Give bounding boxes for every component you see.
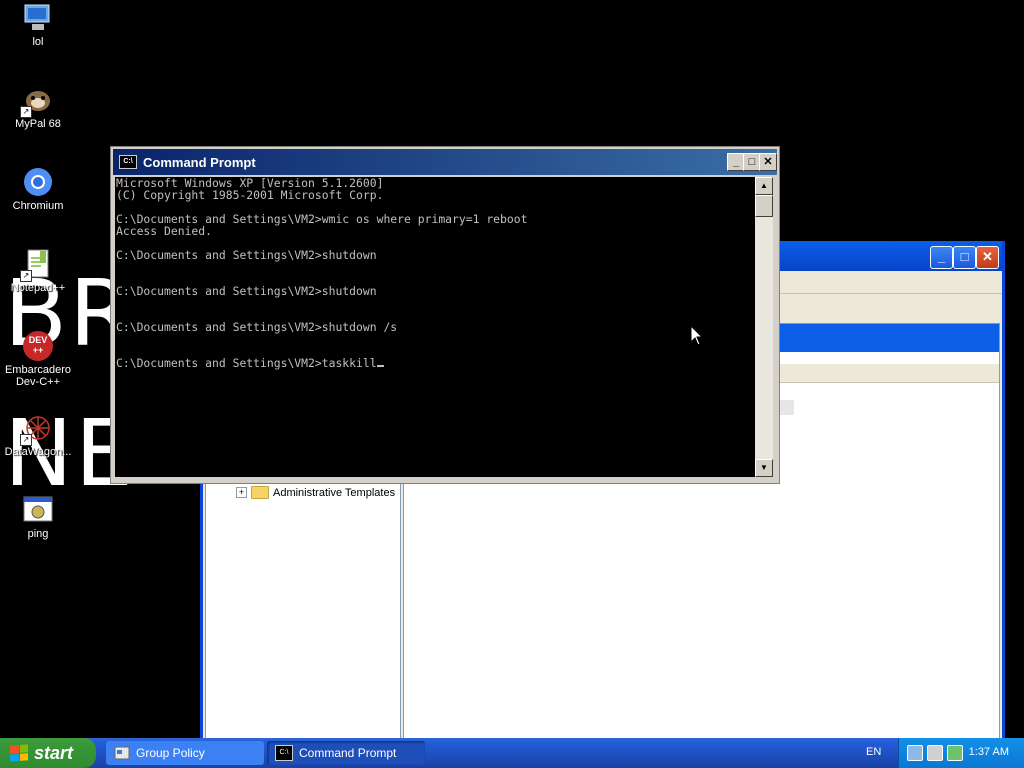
minimize-button[interactable]: _ [930, 246, 953, 269]
tree-item-label: Administrative Templates [273, 486, 396, 499]
cmd-icon: C:\ [275, 745, 293, 761]
system-tray: 1:37 AM [898, 738, 1024, 768]
desktop-icon-label: MyPal 68 [15, 118, 61, 130]
scroll-up-button[interactable]: ▲ [755, 177, 773, 195]
desktop-icon-label: Chromium [12, 200, 64, 212]
mouse-pointer-icon [690, 325, 704, 346]
command-prompt-window[interactable]: C:\ Command Prompt _ □ ✕ Microsoft Windo… [110, 146, 780, 484]
devcpp-icon-text: DEV ++ [28, 335, 48, 355]
desktop-icon-lol[interactable]: lol [0, 2, 76, 48]
desktop-icon-mypal[interactable]: ↗ MyPal 68 [0, 84, 76, 130]
shortcut-arrow-icon: ↗ [20, 106, 32, 118]
notepad-plus-plus-icon: ↗ [20, 248, 54, 282]
desktop-icon-devcpp[interactable]: DEV ++ Embarcadero Dev-C++ [0, 330, 76, 388]
clock[interactable]: 1:37 AM [969, 746, 1009, 758]
scroll-thumb[interactable] [755, 195, 773, 217]
console-output[interactable]: Microsoft Windows XP [Version 5.1.2600] … [115, 177, 755, 477]
devcpp-icon: DEV ++ [22, 330, 54, 362]
tree-item-administrative-templates[interactable]: + Administrative Templates [236, 486, 395, 499]
ping-app-icon [22, 494, 54, 526]
expand-icon[interactable]: + [236, 487, 247, 498]
desktop-icon-label: Embarcadero Dev-C++ [4, 364, 72, 388]
desktop-icon-label: Notepad++ [10, 282, 66, 294]
close-button[interactable]: ✕ [759, 153, 777, 171]
window-title: Command Prompt [143, 154, 256, 170]
computer-icon [22, 2, 54, 34]
safely-remove-hardware-icon[interactable] [947, 745, 963, 761]
command-prompt-title-bar[interactable]: C:\ Command Prompt _ □ ✕ [113, 149, 777, 175]
close-button[interactable]: ✕ [976, 246, 999, 269]
desktop-icon-ping[interactable]: ping [0, 494, 76, 540]
desktop-icon-datawagon[interactable]: ↗ DataWagon... [0, 412, 76, 458]
mypal-browser-icon: ↗ [20, 84, 54, 118]
text-cursor [376, 365, 384, 367]
datawagon-icon: ↗ [20, 412, 54, 446]
desktop-icon-label: DataWagon... [4, 446, 72, 458]
shortcut-arrow-icon: ↗ [20, 434, 32, 446]
network-icon[interactable] [907, 745, 923, 761]
scroll-down-button[interactable]: ▼ [755, 459, 773, 477]
chromium-icon [22, 166, 54, 198]
taskbar-button-label: Command Prompt [299, 746, 397, 760]
group-policy-icon [114, 746, 130, 760]
console-input-line[interactable]: C:\Documents and Settings\VM2>taskkill [115, 357, 755, 369]
shortcut-arrow-icon: ↗ [20, 270, 32, 282]
console-line: Access Denied. [116, 224, 213, 238]
maximize-button[interactable]: □ [953, 246, 976, 269]
console-line: C:\Documents and Settings\VM2>shutdown [116, 284, 377, 298]
start-label: start [34, 742, 74, 763]
console-line: C:\Documents and Settings\VM2>shutdown /… [116, 320, 398, 334]
taskbar: start Group Policy C:\ Command Prompt EN… [0, 738, 1024, 768]
desktop-icon-notepadpp[interactable]: ↗ Notepad++ [0, 248, 76, 294]
desktop-icon-chromium[interactable]: Chromium [0, 166, 76, 212]
taskbar-button-label: Group Policy [136, 746, 205, 760]
volume-icon[interactable] [927, 745, 943, 761]
folder-icon [251, 486, 269, 499]
taskbar-button-group-policy[interactable]: Group Policy [106, 741, 264, 765]
console-input-text: C:\Documents and Settings\VM2>taskkill [116, 356, 377, 370]
cmd-icon: C:\ [119, 155, 137, 169]
console-line: (C) Copyright 1985-2001 Microsoft Corp. [116, 188, 384, 202]
console-line: C:\Documents and Settings\VM2>shutdown [116, 248, 377, 262]
language-indicator[interactable]: EN [866, 746, 881, 758]
windows-logo-icon [10, 744, 28, 762]
desktop-icon-label: lol [32, 36, 44, 48]
desktop-icon-label: ping [27, 528, 49, 540]
vertical-scrollbar[interactable]: ▲ ▼ [755, 177, 773, 477]
taskbar-button-command-prompt[interactable]: C:\ Command Prompt [267, 741, 425, 765]
start-button[interactable]: start [0, 738, 96, 768]
